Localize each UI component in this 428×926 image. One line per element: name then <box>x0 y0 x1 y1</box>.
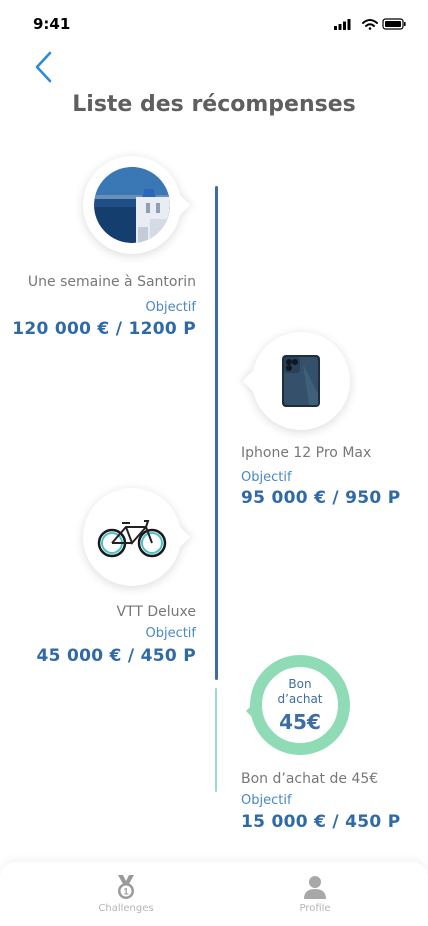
back-chevron-icon[interactable] <box>32 50 56 84</box>
nav-item-challenges[interactable]: 1 Challenges <box>66 874 186 914</box>
status-icons <box>334 18 406 30</box>
nav-item-profile[interactable]: Profile <box>255 874 375 914</box>
reward-bubble-santorini[interactable] <box>83 156 181 254</box>
voucher-badge[interactable]: Bon d’achat 45€ <box>246 655 350 755</box>
bottom-nav: 1 Challenges Profile <box>0 862 428 926</box>
page-title: Liste des récompenses <box>72 92 356 117</box>
objective-label: Objectif <box>241 793 292 808</box>
medal-icon: 1 <box>118 875 134 899</box>
objective-label: Objectif <box>145 626 196 641</box>
objective-label: Objectif <box>145 300 196 315</box>
svg-text:1: 1 <box>123 887 128 897</box>
reward-bubble-bike[interactable] <box>83 488 181 586</box>
voucher-amount: 45€ <box>279 709 321 734</box>
smartphone-photo <box>282 355 320 407</box>
timeline-line-current <box>215 688 217 792</box>
reward-name: Bon d’achat de 45€ <box>241 771 379 787</box>
objective-value: 95 000 € / 950 P <box>241 488 401 508</box>
objective-label: Objectif <box>241 470 292 485</box>
objective-value: 15 000 € / 450 P <box>241 812 401 832</box>
status-time: 9:41 <box>33 15 71 33</box>
santorini-photo <box>94 167 170 243</box>
battery-icon <box>382 18 406 30</box>
bicycle-photo <box>97 520 167 558</box>
signal-icon <box>334 19 351 30</box>
reward-name: Une semaine à Santorin <box>27 274 196 290</box>
reward-bubble-iphone[interactable] <box>252 332 350 430</box>
objective-value: 45 000 € / 450 P <box>36 646 196 666</box>
nav-label-profile: Profile <box>299 903 331 914</box>
voucher-label-line1: Bon <box>288 676 312 691</box>
nav-label-challenges: Challenges <box>98 903 154 914</box>
user-icon <box>304 876 326 899</box>
reward-name: Iphone 12 Pro Max <box>241 445 372 461</box>
voucher-label-line2: d’achat <box>277 691 323 706</box>
objective-value: 120 000 € / 1200 P <box>12 319 196 339</box>
reward-name: VTT Deluxe <box>116 604 196 620</box>
wifi-icon <box>362 19 378 30</box>
timeline-line <box>215 186 218 680</box>
